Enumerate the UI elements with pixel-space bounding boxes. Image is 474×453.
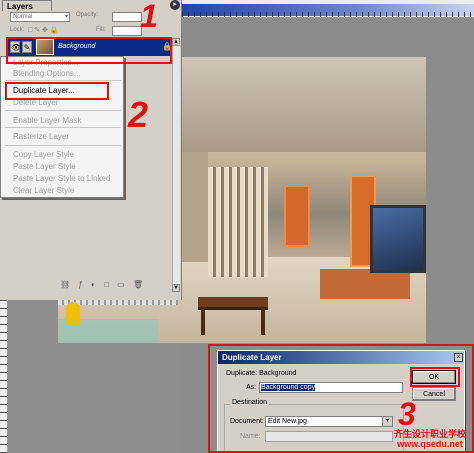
top-ruler (182, 0, 474, 18)
fill-field[interactable] (112, 26, 142, 36)
layers-tab[interactable]: Layers (2, 0, 52, 11)
blend-mode-select[interactable]: Normal ▾ (10, 12, 70, 22)
step-2-label: 2 (128, 94, 149, 135)
menu-item-rasterize-layer: Rasterize Layer (13, 132, 70, 141)
highlight-ok-button (410, 367, 460, 387)
opacity-field[interactable] (112, 12, 142, 22)
highlight-layer-row (6, 37, 172, 64)
step-1-label: 1 (140, 0, 158, 34)
menu-item-paste-layer-style: Paste Layer Style (13, 162, 76, 171)
fill-label: Fill: (96, 27, 106, 33)
panel-menu-icon[interactable]: ▸ (170, 0, 180, 10)
lock-label: Lock: (10, 27, 25, 33)
layer-buttons-icon[interactable]: ⛓ ƒ ◐ □ ▭ 🗑 (60, 280, 170, 292)
menu-item-paste-layer-style-linked: Paste Layer Style to Linked (13, 174, 111, 183)
highlight-duplicate-layer (5, 82, 109, 100)
watermark-line2: www.qsedu.net (397, 439, 463, 449)
layer-context-menu: Layer Properties... Blending Options... … (0, 56, 124, 198)
scroll-up-icon[interactable]: ▲ (172, 38, 180, 46)
menu-item-clear-layer-style: Clear Layer Style (13, 186, 75, 195)
menu-item-blending-options: Blending Options... (13, 69, 81, 78)
layers-scrollbar[interactable] (172, 38, 180, 292)
scroll-down-icon[interactable]: ▼ (172, 284, 180, 292)
step-3-label: 3 (398, 396, 416, 432)
menu-item-enable-layer-mask: Enable Layer Mask (13, 116, 82, 125)
watermark: 齐生设计职业学校 www.qsedu.net (394, 429, 466, 449)
chevron-down-icon: ▾ (64, 14, 68, 20)
menu-item-copy-layer-style: Copy Layer Style (13, 150, 74, 159)
lock-options-icon[interactable]: □ ✎ ✥ 🔒 (28, 26, 59, 34)
watermark-line1: 齐生设计职业学校 (394, 429, 467, 439)
opacity-label: Opacity: (76, 12, 99, 18)
blend-mode-value: Normal (13, 14, 33, 20)
